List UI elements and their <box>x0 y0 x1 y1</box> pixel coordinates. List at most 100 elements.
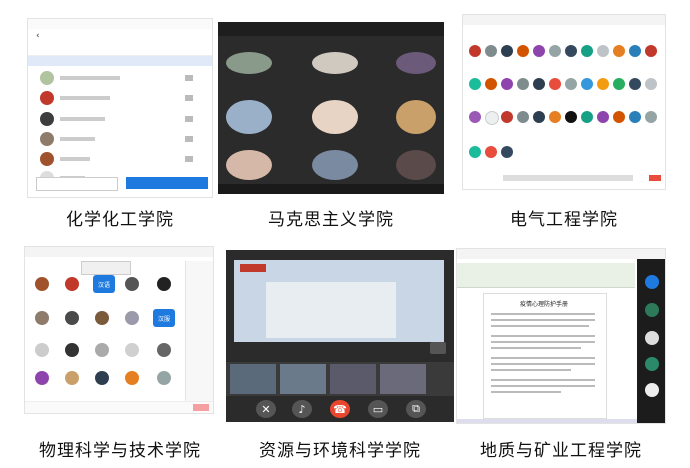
avatar <box>581 111 593 123</box>
text-line <box>491 341 595 343</box>
avatar <box>645 383 659 397</box>
thumb[interactable] <box>230 364 276 394</box>
avatar <box>645 357 659 371</box>
row-text <box>60 96 110 100</box>
avatar <box>95 371 109 385</box>
status-bar <box>28 19 212 29</box>
avatar <box>533 45 545 57</box>
avatar <box>629 111 641 123</box>
caption-chemistry: 化学化工学院 <box>66 210 174 230</box>
avatar <box>312 150 358 180</box>
leave-button[interactable] <box>193 404 209 411</box>
speaker-button[interactable]: ♪ <box>292 400 312 418</box>
avatar <box>613 45 625 57</box>
thumb[interactable] <box>380 364 426 394</box>
screenshot-environment: ✕ ♪ ☎ ▭ ⧉ <box>226 250 454 422</box>
avatar <box>396 100 436 134</box>
tile-label: 汉语 <box>93 275 115 293</box>
hang-up-button[interactable]: ☎ <box>330 400 350 418</box>
mic-icon[interactable] <box>185 95 193 101</box>
top-bar <box>218 22 444 36</box>
avatar <box>65 343 79 357</box>
text-line <box>491 319 595 321</box>
avatar <box>125 371 139 385</box>
row-text <box>60 157 90 161</box>
caption-electrical: 电气工程学院 <box>510 210 618 230</box>
avatar <box>501 146 513 158</box>
text-line <box>491 335 595 337</box>
bottom-toolbar <box>25 401 213 413</box>
text-line <box>491 363 595 365</box>
avatar <box>125 343 139 357</box>
thumb[interactable] <box>280 364 326 394</box>
text-line <box>491 391 561 393</box>
avatar <box>35 277 49 291</box>
mic-icon[interactable] <box>185 136 193 142</box>
avatar <box>485 146 497 158</box>
avatar <box>645 331 659 345</box>
avatar <box>645 111 657 123</box>
ribbon-toolbar <box>457 263 635 288</box>
popup-panel <box>81 261 131 275</box>
document-page <box>483 293 607 419</box>
avatar <box>40 152 54 166</box>
avatar <box>40 71 54 85</box>
row-text <box>60 137 95 141</box>
avatar <box>645 45 657 57</box>
avatar <box>629 78 641 90</box>
row-text <box>60 117 105 121</box>
avatar <box>95 311 109 325</box>
avatar <box>65 277 79 291</box>
avatar-grid <box>469 45 661 165</box>
bottom-toolbar <box>503 175 633 181</box>
thumb[interactable] <box>330 364 376 394</box>
tile-label: 汉服 <box>153 309 175 327</box>
title-bar <box>25 247 213 257</box>
avatar <box>517 45 529 57</box>
video-figures <box>266 282 396 338</box>
text-line <box>491 347 581 349</box>
avatar <box>226 100 272 134</box>
avatar <box>312 100 358 134</box>
screenshot-geology: 疫情心理防护手册 <box>456 248 666 424</box>
avatar <box>65 371 79 385</box>
avatar <box>40 112 54 126</box>
avatar <box>157 277 171 291</box>
avatar <box>40 132 54 146</box>
mic-icon[interactable] <box>185 116 193 122</box>
avatar <box>565 45 577 57</box>
avatar <box>125 277 139 291</box>
back-arrow-icon[interactable]: ‹ <box>36 31 40 41</box>
screenshot-marxism <box>218 22 444 194</box>
avatar <box>613 111 625 123</box>
avatar <box>581 45 593 57</box>
camera-button[interactable]: ▭ <box>368 400 388 418</box>
mic-icon[interactable] <box>185 75 193 81</box>
text-line <box>491 369 571 371</box>
mute-button[interactable]: ✕ <box>256 400 276 418</box>
left-button[interactable] <box>36 177 118 191</box>
text-line <box>491 379 595 381</box>
share-screen-button[interactable]: ⧉ <box>406 400 426 418</box>
text-line <box>491 357 595 359</box>
avatar <box>485 111 499 125</box>
avatar <box>645 78 657 90</box>
avatar <box>40 91 54 105</box>
avatar <box>157 371 171 385</box>
avatar <box>645 275 659 289</box>
bottom-toolbar <box>218 184 444 194</box>
confirm-button[interactable] <box>126 177 208 189</box>
caption-marxism: 马克思主义学院 <box>268 210 394 230</box>
leave-button[interactable] <box>649 175 661 181</box>
caption-environment: 资源与环境科学学院 <box>259 441 421 461</box>
avatar <box>312 52 358 74</box>
caption-physics: 物理科学与技术学院 <box>39 441 201 461</box>
mic-icon[interactable] <box>185 156 193 162</box>
avatar <box>469 78 481 90</box>
screenshot-electrical <box>462 14 666 190</box>
avatar <box>645 303 659 317</box>
screen-share-icon[interactable] <box>430 342 446 354</box>
avatar <box>549 111 561 123</box>
text-line <box>491 385 595 387</box>
title-bar <box>463 15 665 25</box>
